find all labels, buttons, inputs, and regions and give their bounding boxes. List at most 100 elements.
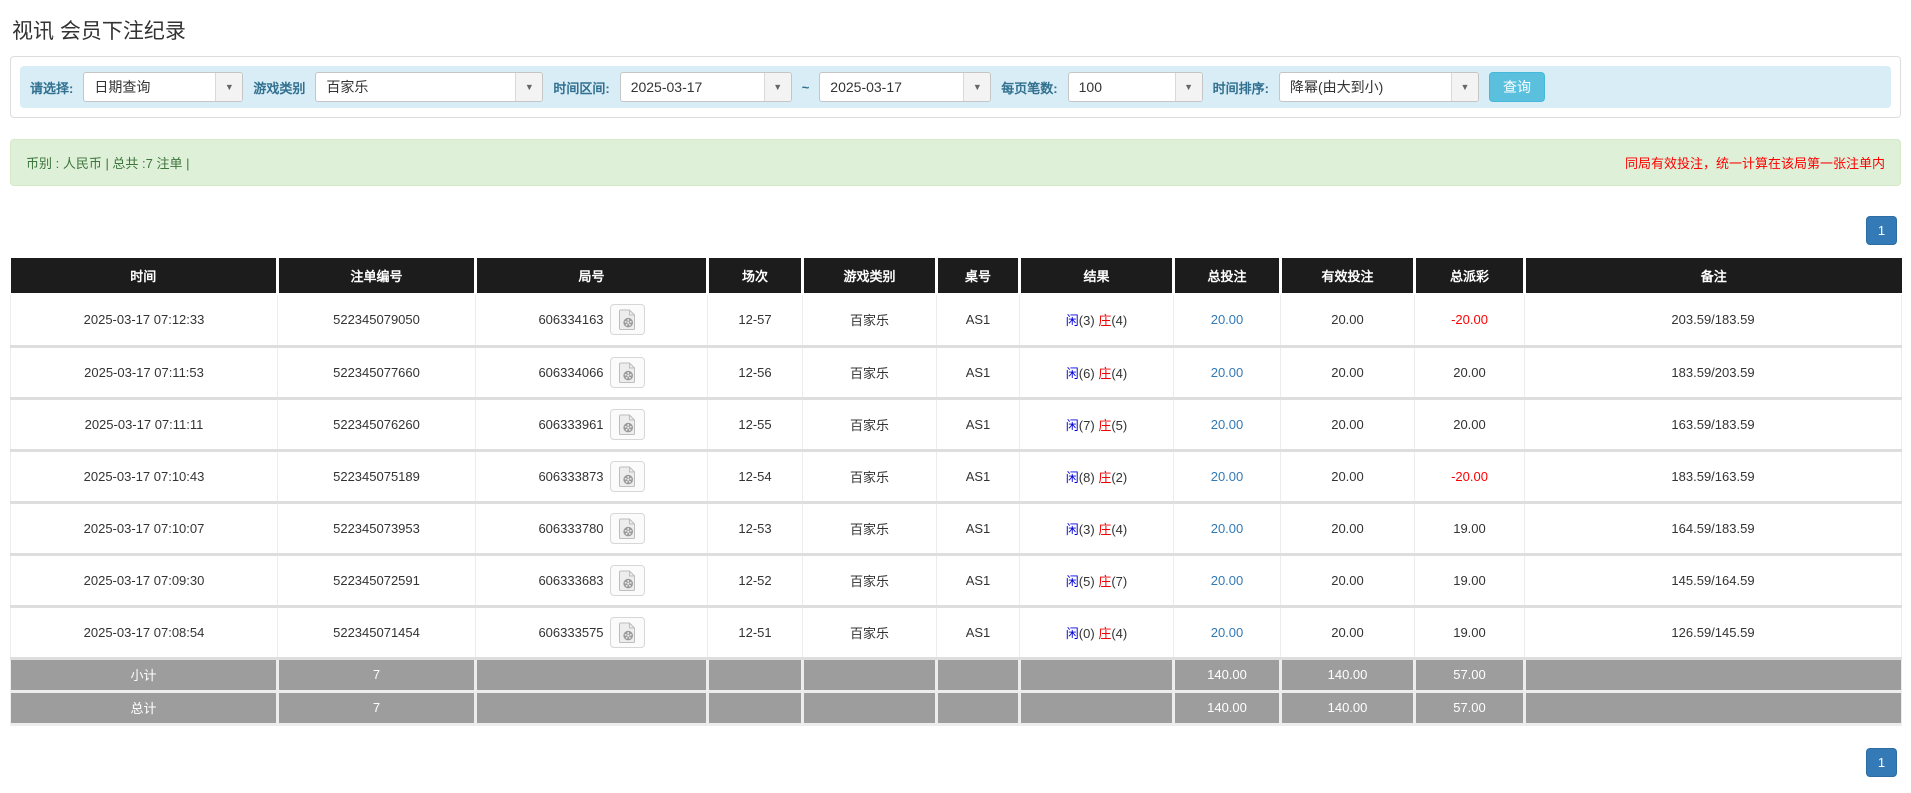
query-type-value: 日期查询 (94, 79, 151, 95)
video-file-icon (618, 362, 635, 383)
round-no: 606333780 (538, 520, 604, 536)
sort-order-value: 降幂(由大到小) (1289, 79, 1384, 95)
sort-order-dropdown[interactable]: 降幂(由大到小) ▼ (1278, 72, 1479, 102)
table-footer: 小计 7 140.00 140.00 57.00 总计 7 140.00 140… (10, 657, 1902, 726)
table-no-cell: AS1 (936, 397, 1020, 452)
table-row: 2025-03-17 07:09:30 522345072591 6063336… (10, 553, 1902, 608)
valid-bet-cell: 20.00 (1280, 397, 1415, 452)
valid-bet-cell: 20.00 (1280, 605, 1415, 660)
result-cell: 闲(3) 庄(4) (1019, 293, 1174, 348)
subtotal-valid-bet: 140.00 (1279, 657, 1415, 693)
result-cell: 闲(6) 庄(4) (1019, 345, 1174, 400)
remark-cell: 183.59/203.59 (1524, 345, 1902, 400)
total-bet-link[interactable]: 20.00 (1211, 417, 1244, 432)
filter-bar: 请选择: 日期查询 ▼ 游戏类别 百家乐 ▼ 时间区间: 2025-03-17 … (20, 66, 1891, 108)
page-1-button[interactable]: 1 (1866, 216, 1897, 245)
round-video-button[interactable] (609, 408, 645, 440)
time-cell: 2025-03-17 07:11:11 (10, 397, 278, 452)
table-row: 2025-03-17 07:10:07 522345073953 6063337… (10, 501, 1902, 556)
time-cell: 2025-03-17 07:12:33 (10, 293, 278, 348)
result-player-count: (5) (1078, 573, 1095, 589)
page-title: 视讯 会员下注纪录 (12, 20, 186, 43)
payout-cell: 20.00 (1414, 345, 1525, 400)
subtotal-count: 7 (276, 657, 476, 693)
select-type-label: 请选择: (30, 80, 74, 96)
col-game-type: 游戏类别 (801, 258, 937, 295)
round-video-button[interactable] (609, 512, 645, 544)
table-row: 2025-03-17 07:08:54 522345071454 6063335… (10, 605, 1902, 660)
date-from-value: 2025-03-17 (630, 79, 703, 95)
time-cell: 2025-03-17 07:09:30 (10, 553, 278, 608)
grand-total-label: 总计 (10, 690, 278, 726)
query-type-dropdown[interactable]: 日期查询 ▼ (83, 72, 244, 102)
result-player-label: 闲 (1065, 313, 1079, 329)
col-table-no: 桌号 (935, 258, 1020, 295)
total-bet-link[interactable]: 20.00 (1211, 573, 1244, 588)
total-bet-link[interactable]: 20.00 (1211, 365, 1244, 380)
result-player-label: 闲 (1065, 469, 1079, 485)
result-cell: 闲(8) 庄(2) (1019, 449, 1174, 504)
remark-cell: 203.59/183.59 (1524, 293, 1902, 348)
round-no-cell: 606333780 (475, 501, 708, 556)
total-bet-link[interactable]: 20.00 (1211, 469, 1244, 484)
table-body: 2025-03-17 07:12:33 522345079050 6063341… (10, 293, 1902, 660)
result-banker-count: (5) (1111, 417, 1128, 433)
round-video-button[interactable] (609, 356, 645, 388)
round-video-button[interactable] (609, 460, 645, 492)
session-cell: 12-51 (707, 605, 803, 660)
round-no-cell: 606333683 (475, 553, 708, 608)
bet-no-cell: 522345079050 (277, 293, 476, 348)
grand-total-valid-bet: 140.00 (1279, 690, 1415, 726)
grand-total-total-bet: 140.00 (1172, 690, 1281, 726)
pagination-top: 1 (14, 216, 1897, 245)
col-payout: 总派彩 (1413, 258, 1525, 295)
total-bet-link[interactable]: 20.00 (1211, 625, 1244, 640)
round-no: 606334066 (538, 364, 604, 380)
session-cell: 12-54 (707, 449, 803, 504)
subtotal-payout: 57.00 (1413, 657, 1525, 693)
result-banker-label: 庄 (1098, 313, 1112, 329)
result-banker-count: (7) (1111, 573, 1128, 589)
result-banker-label: 庄 (1098, 417, 1112, 433)
currency-summary-text: 币别 : 人民币 | 总共 :7 注单 | (26, 156, 190, 171)
result-player-label: 闲 (1065, 625, 1079, 641)
date-from-dropdown[interactable]: 2025-03-17 ▼ (619, 72, 792, 102)
col-session: 场次 (706, 258, 803, 295)
bet-no-cell: 522345075189 (277, 449, 476, 504)
per-page-dropdown[interactable]: 100 ▼ (1067, 72, 1203, 102)
round-no-cell: 606334066 (475, 345, 708, 400)
result-player-count: (3) (1078, 313, 1095, 329)
video-file-icon (618, 466, 635, 487)
payout-cell: 20.00 (1414, 397, 1525, 452)
round-no-cell: 606334163 (475, 293, 708, 348)
video-file-icon (618, 414, 635, 435)
bet-no-cell: 522345073953 (277, 501, 476, 556)
chevron-down-icon: ▼ (963, 73, 991, 101)
range-separator: ~ (801, 79, 810, 95)
round-video-button[interactable] (609, 616, 645, 648)
bet-no-cell: 522345077660 (277, 345, 476, 400)
round-no-cell: 606333873 (475, 449, 708, 504)
result-player-count: (6) (1078, 365, 1095, 381)
total-bet-link[interactable]: 20.00 (1211, 521, 1244, 536)
round-video-button[interactable] (609, 564, 645, 596)
round-video-button[interactable] (609, 304, 645, 336)
result-player-label: 闲 (1065, 417, 1079, 433)
total-bet-cell: 20.00 (1173, 345, 1281, 400)
result-player-count: (3) (1078, 521, 1095, 537)
session-cell: 12-57 (707, 293, 803, 348)
total-bet-link[interactable]: 20.00 (1211, 312, 1244, 327)
page-1-button[interactable]: 1 (1866, 747, 1897, 777)
game-type-cell: 百家乐 (802, 293, 937, 348)
round-no-cell: 606333961 (475, 397, 708, 452)
video-file-icon (618, 518, 635, 539)
search-button[interactable]: 查询 (1488, 72, 1545, 102)
remark-cell: 145.59/164.59 (1524, 553, 1902, 608)
video-file-icon (618, 309, 635, 331)
table-row: 2025-03-17 07:12:33 522345079050 6063341… (10, 293, 1902, 348)
result-player-count: (7) (1078, 417, 1095, 433)
bet-no-cell: 522345072591 (277, 553, 476, 608)
game-type-dropdown[interactable]: 百家乐 ▼ (315, 72, 544, 102)
time-cell: 2025-03-17 07:10:07 (10, 501, 278, 556)
date-to-dropdown[interactable]: 2025-03-17 ▼ (819, 72, 992, 102)
